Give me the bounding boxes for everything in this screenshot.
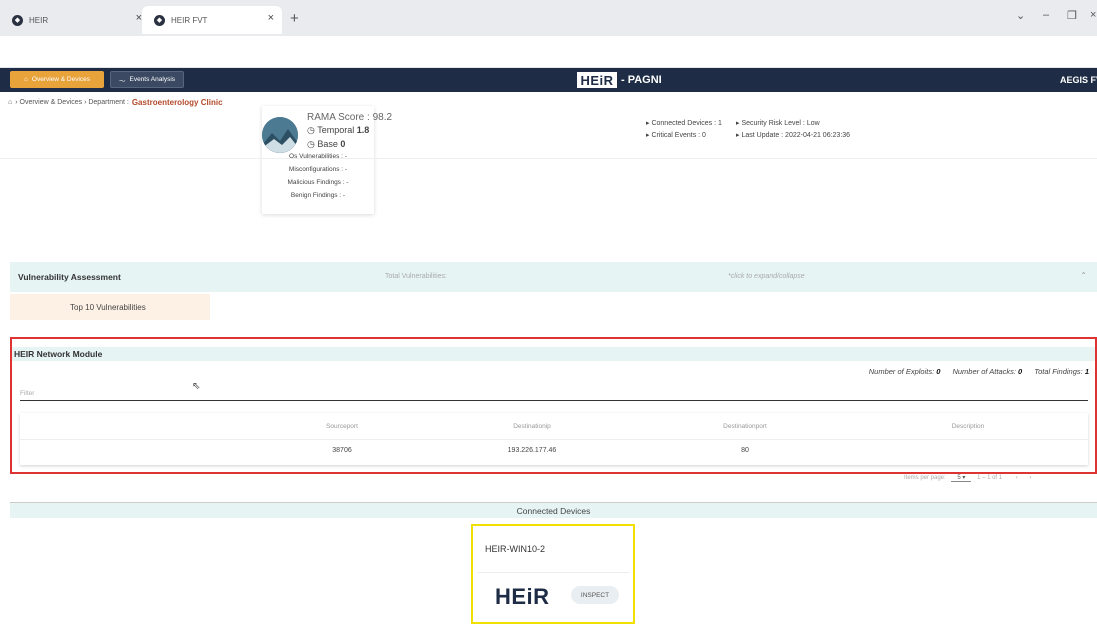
network-module-header <box>12 347 1095 361</box>
attacks-count: Number of Attacks: 0 <box>952 367 1023 376</box>
rama-score: RAMA Score : 98.2 <box>307 112 393 123</box>
column-header[interactable]: Sourceport <box>326 423 358 430</box>
heir-logo: HEiR <box>495 584 550 609</box>
exploits-count: Number of Exploits: 0 <box>868 367 941 376</box>
vulnerability-assessment-header[interactable]: Vulnerability Assessment Total Vulnerabi… <box>10 262 1097 292</box>
previous-page-button[interactable]: ‹ <box>1016 475 1018 481</box>
column-header[interactable]: Destinationport <box>723 423 767 430</box>
heir-favicon-icon: ◆ <box>12 14 23 26</box>
column-header[interactable]: Destinationip <box>513 423 551 430</box>
items-per-page-select[interactable]: 5 ▾ <box>951 475 972 482</box>
inspect-button[interactable]: INSPECT <box>571 586 619 604</box>
tab-title: HEIR <box>29 15 49 25</box>
connected-devices-title: Connected Devices <box>516 506 591 516</box>
network-module-title: HEIR Network Module <box>14 349 103 359</box>
tab-title: HEIR FVT <box>171 15 208 25</box>
clock-icon: ◷ <box>307 139 315 149</box>
device-card: HEIR-WIN10-2 HEiR INSPECT <box>471 524 635 624</box>
breadcrumb: ⌂ › Overview & Devices › Department : Ga… <box>8 98 223 107</box>
total-vulnerabilities: Total Vulnerabilities: <box>385 273 447 280</box>
table-cell: 80 <box>741 447 749 454</box>
device-name: HEIR-WIN10-2 <box>485 544 546 554</box>
browser-tab-heir-fvt[interactable]: ◆ HEIR FVT × <box>142 6 282 34</box>
clock-icon: ◷ <box>307 125 315 135</box>
overview-devices-button[interactable]: ⌂ Overview & Devices <box>10 71 104 88</box>
paginator: Items per page: 5 ▾ 1 – 1 of 1 ‹ › <box>904 474 1031 482</box>
breadcrumb-trail[interactable]: › Overview & Devices › Department : <box>15 99 129 106</box>
table-divider <box>20 439 1088 440</box>
browser-toolbar <box>0 36 1097 68</box>
device-divider <box>477 572 629 573</box>
department-name: Gastroenterology Clinic <box>131 98 223 107</box>
column-header[interactable]: Description <box>952 423 985 430</box>
window-close-icon[interactable]: × <box>1090 9 1096 21</box>
divider <box>0 158 1097 159</box>
table-cell: 38706 <box>332 447 352 454</box>
user-label[interactable]: AEGIS FV <box>1060 75 1097 85</box>
findings-count: Total Findings: 1 <box>1034 367 1089 376</box>
mouse-cursor-icon: ⇖ <box>192 381 201 392</box>
benign-findings-stat: Benign Findings : - <box>290 192 346 199</box>
misconfigurations-stat: Misconfigurations : - <box>288 166 348 173</box>
connected-devices-header: Connected Devices <box>10 502 1097 518</box>
home-icon[interactable]: ⌂ <box>8 99 12 106</box>
chevron-up-icon[interactable]: ⌃ <box>1080 271 1087 280</box>
network-counters: Number of Exploits: 0 Number of Attacks:… <box>869 367 1089 376</box>
network-module-panel: HEIR Network Module Number of Exploits: … <box>10 337 1097 474</box>
tab-close-icon[interactable]: × <box>268 12 274 24</box>
critical-events-stat: ▸ Critical Events : 0 <box>646 132 706 139</box>
events-analysis-label: Events Analysis <box>129 76 176 83</box>
minimize-icon[interactable]: – <box>1043 9 1049 21</box>
trend-icon: 〜 <box>118 77 126 85</box>
browser-tab-heir[interactable]: ◆ HEIR × <box>0 6 150 34</box>
heir-logo: HEiR <box>577 72 617 88</box>
filter-input[interactable]: Filter <box>20 390 34 397</box>
filter-underline <box>20 400 1088 401</box>
section-title: Vulnerability Assessment <box>18 272 121 282</box>
connected-devices-stat: ▸ Connected Devices : 1 <box>646 120 722 127</box>
network-table: Sourceport Destinationip Destinationport… <box>20 413 1088 465</box>
app-header: ⌂ Overview & Devices 〜 Events Analysis H… <box>0 68 1097 92</box>
rama-base: ◷ Base 0 <box>307 139 346 149</box>
malicious-findings-stat: Malicious Findings : - <box>287 179 349 186</box>
next-page-button[interactable]: › <box>1029 475 1031 481</box>
security-risk-stat: ▸ Security Risk Level : Low <box>736 120 820 127</box>
new-tab-button[interactable]: + <box>290 10 299 27</box>
mountain-avatar-icon <box>262 117 298 153</box>
items-per-page-label: Items per page: <box>904 475 946 481</box>
tab-search-icon[interactable]: ⌄ <box>1016 9 1025 22</box>
heir-favicon-icon: ◆ <box>154 14 165 26</box>
browser-tab-strip: ◆ HEIR × ◆ HEIR FVT × + ⌄ – ❐ × <box>0 0 1097 36</box>
last-update-stat: ▸ Last Update : 2022-04-21 06:23:36 <box>736 132 851 139</box>
events-analysis-button[interactable]: 〜 Events Analysis <box>110 71 184 88</box>
home-icon: ⌂ <box>23 76 28 83</box>
app-subtitle: - PAGNI <box>621 74 662 86</box>
page-range: 1 – 1 of 1 <box>977 475 1003 481</box>
expand-hint: *click to expand/collapse <box>728 273 805 280</box>
table-cell: 193.226.177.46 <box>507 447 557 454</box>
top-10-vulnerabilities-tab[interactable]: Top 10 Vulnerabilities <box>10 294 210 320</box>
overview-devices-label: Overview & Devices <box>31 76 91 83</box>
restore-icon[interactable]: ❐ <box>1067 9 1077 22</box>
rama-temporal: ◷ Temporal 1.8 <box>307 125 370 135</box>
